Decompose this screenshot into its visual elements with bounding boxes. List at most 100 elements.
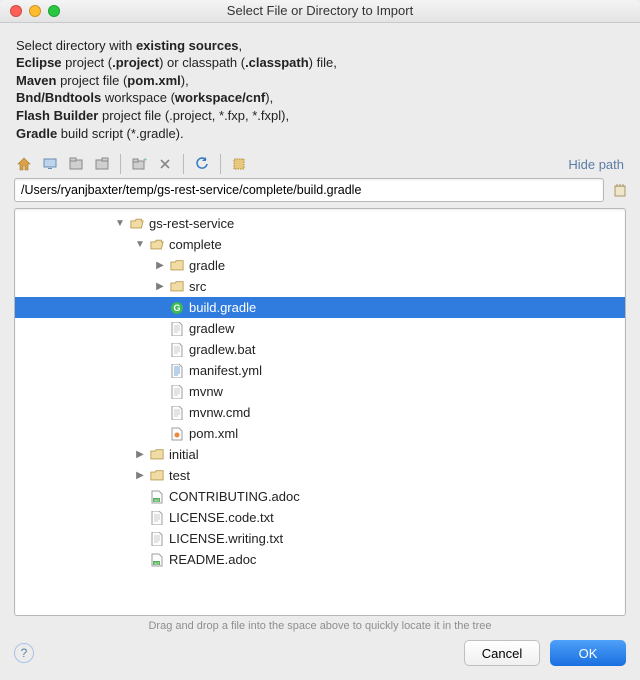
separator: [220, 154, 221, 174]
expand-arrow-icon[interactable]: ▶: [155, 260, 165, 271]
text: ) or classpath (: [159, 55, 245, 70]
tree-label: gradle: [189, 258, 225, 273]
tree-label: LICENSE.writing.txt: [169, 531, 283, 546]
text: ),: [181, 73, 189, 88]
tree-folder[interactable]: ▼gs-rest-service: [15, 213, 625, 234]
separator: [120, 154, 121, 174]
tree-folder[interactable]: ▶ src: [15, 276, 625, 297]
text: ) file,: [309, 55, 337, 70]
tree-folder[interactable]: ▶ test: [15, 465, 625, 486]
maven-file-icon: [169, 426, 185, 442]
file-tree[interactable]: ▼gs-rest-service ▼complete ▶gradle ▶src …: [14, 208, 626, 616]
text-file-icon: [169, 405, 185, 421]
svg-text:ad: ad: [154, 560, 158, 565]
path-row: [0, 178, 640, 208]
text: ,: [239, 38, 243, 53]
text: workspace (: [101, 90, 175, 105]
window-title: Select File or Directory to Import: [0, 3, 640, 18]
text-bold: workspace/cnf: [175, 90, 265, 105]
history-icon[interactable]: [610, 180, 630, 200]
folder-closed-icon: [169, 258, 185, 274]
text-bold: .classpath: [245, 55, 309, 70]
tree-file[interactable]: pom.xml: [15, 423, 625, 444]
text: project file (: [56, 73, 127, 88]
desktop-icon[interactable]: [40, 154, 60, 174]
tree-file[interactable]: mvnw.cmd: [15, 402, 625, 423]
gradle-file-icon: G: [169, 300, 185, 316]
expand-arrow-icon[interactable]: ▶: [155, 281, 165, 292]
new-folder-icon[interactable]: +: [129, 154, 149, 174]
toolbar: + Hide path: [0, 152, 640, 178]
home-icon[interactable]: [14, 154, 34, 174]
tree-label: gradlew: [189, 321, 235, 336]
dialog-window: Select File or Directory to Import Selec…: [0, 0, 640, 680]
svg-text:+: +: [143, 157, 147, 164]
cancel-button[interactable]: Cancel: [464, 640, 540, 666]
yml-file-icon: [169, 363, 185, 379]
separator: [183, 154, 184, 174]
tree-label: src: [189, 279, 206, 294]
text-bold: pom.xml: [127, 73, 180, 88]
text: project file (.project, *.fxp, *.fxpl),: [98, 108, 289, 123]
module-icon[interactable]: [92, 154, 112, 174]
tree-label: mvnw.cmd: [189, 405, 250, 420]
help-icon[interactable]: ?: [14, 643, 34, 663]
close-window-button[interactable]: [10, 5, 22, 17]
tree-label: LICENSE.code.txt: [169, 510, 274, 525]
text-file-icon: [169, 384, 185, 400]
text-bold: Eclipse: [16, 55, 62, 70]
expand-arrow-icon[interactable]: ▶: [135, 449, 145, 460]
svg-text:ad: ad: [154, 497, 158, 502]
ok-button[interactable]: OK: [550, 640, 626, 666]
svg-text:G: G: [173, 303, 180, 313]
adoc-file-icon: ad: [149, 552, 165, 568]
tree-label: manifest.yml: [189, 363, 262, 378]
refresh-icon[interactable]: [192, 154, 212, 174]
tree-label: mvnw: [189, 384, 223, 399]
path-input[interactable]: [14, 178, 604, 202]
minimize-window-button[interactable]: [29, 5, 41, 17]
tree-file[interactable]: gradlew.bat: [15, 339, 625, 360]
adoc-file-icon: ad: [149, 489, 165, 505]
tree-file[interactable]: adCONTRIBUTING.adoc: [15, 486, 625, 507]
folder-open-icon: [129, 216, 145, 232]
text-bold: Bnd/Bndtools: [16, 90, 101, 105]
tree-label: README.adoc: [169, 552, 256, 567]
folder-closed-icon: [169, 279, 185, 295]
instructions-text: Select directory with existing sources, …: [0, 23, 640, 152]
expand-arrow-icon[interactable]: ▶: [135, 470, 145, 481]
hide-path-link[interactable]: Hide path: [568, 157, 624, 172]
tree-folder[interactable]: ▶ initial: [15, 444, 625, 465]
expand-arrow-icon[interactable]: ▼: [115, 218, 125, 229]
tree-folder[interactable]: ▶ gradle: [15, 255, 625, 276]
tree-label: gradlew.bat: [189, 342, 256, 357]
tree-file[interactable]: LICENSE.code.txt: [15, 507, 625, 528]
tree-label: build.gradle: [189, 300, 256, 315]
tree-file[interactable]: mvnw: [15, 381, 625, 402]
tree-file[interactable]: LICENSE.writing.txt: [15, 528, 625, 549]
text-file-icon: [149, 531, 165, 547]
text: project (: [62, 55, 113, 70]
tree-file[interactable]: ad README.adoc: [15, 549, 625, 570]
delete-icon[interactable]: [155, 154, 175, 174]
folder-closed-icon: [149, 447, 165, 463]
title-bar: Select File or Directory to Import: [0, 0, 640, 23]
tree-folder[interactable]: ▼ complete: [15, 234, 625, 255]
zoom-window-button[interactable]: [48, 5, 60, 17]
window-controls: [10, 5, 60, 17]
expand-arrow-icon[interactable]: ▼: [135, 239, 145, 250]
show-hidden-icon[interactable]: [229, 154, 249, 174]
text-bold: Maven: [16, 73, 56, 88]
tree-label: test: [169, 468, 190, 483]
tree-label: complete: [169, 237, 222, 252]
tree-label: initial: [169, 447, 199, 462]
tree-file[interactable]: gradlew: [15, 318, 625, 339]
dialog-footer: ? Cancel OK: [0, 640, 640, 680]
project-icon[interactable]: [66, 154, 86, 174]
tree-file[interactable]: manifest.yml: [15, 360, 625, 381]
drop-hint: Drag and drop a file into the space abov…: [0, 616, 640, 640]
tree-file-selected[interactable]: Gbuild.gradle: [15, 297, 625, 318]
text-file-icon: [149, 510, 165, 526]
text: ),: [265, 90, 273, 105]
folder-open-icon: [149, 237, 165, 253]
